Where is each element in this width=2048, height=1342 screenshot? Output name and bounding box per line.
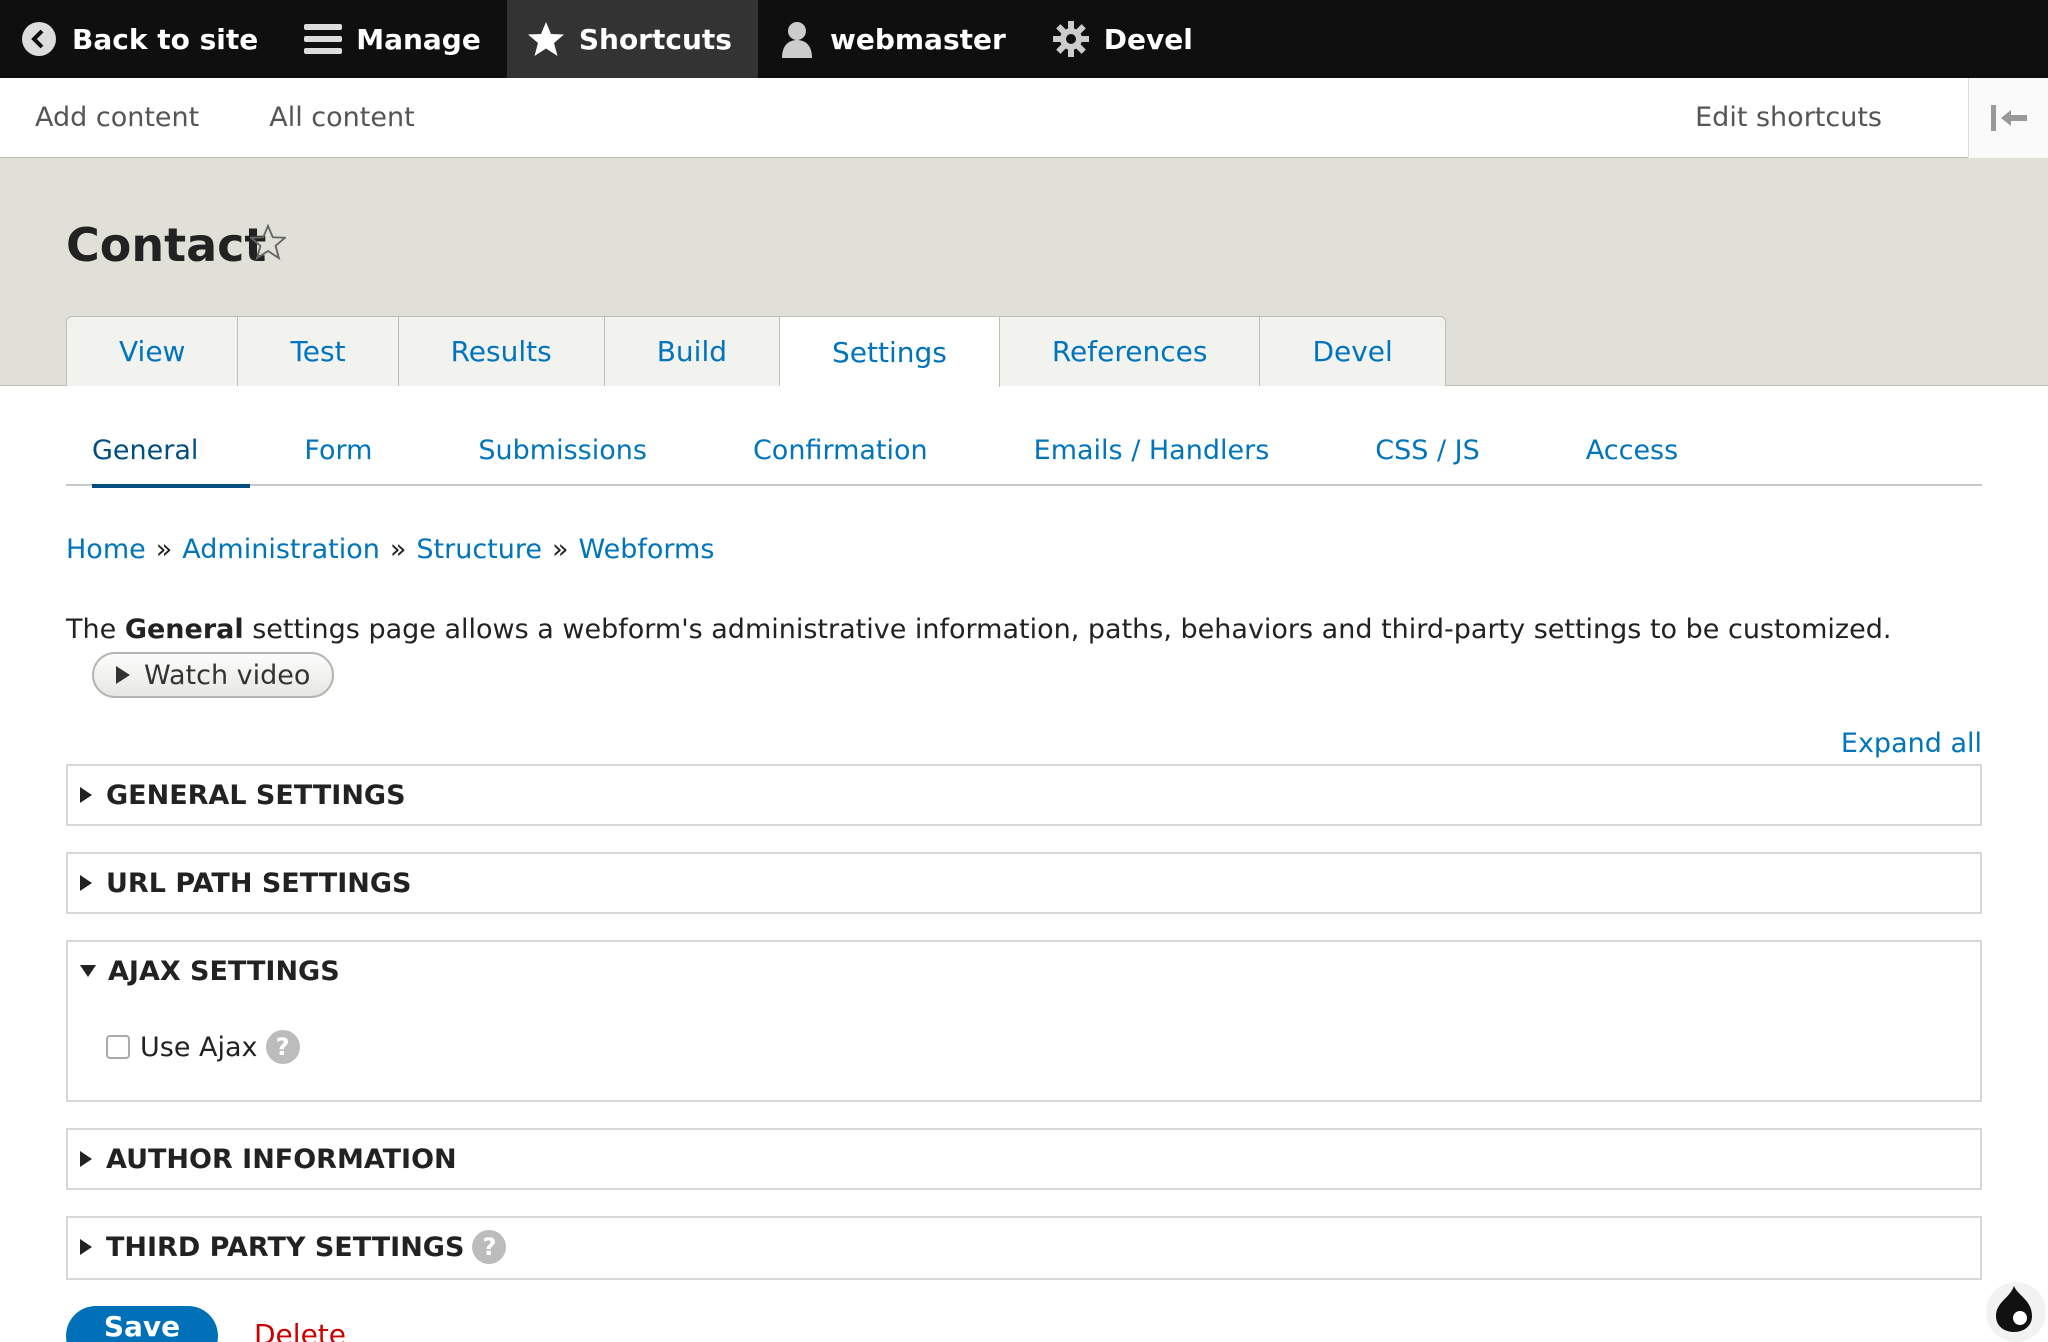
caret-right-icon (80, 1239, 92, 1255)
back-to-site-label: Back to site (72, 22, 259, 56)
third-party-settings-summary[interactable]: THIRD PARTY SETTINGS ? (68, 1218, 1980, 1276)
ajax-settings-details: AJAX SETTINGS Use Ajax ? (66, 940, 1982, 1102)
help-icon[interactable]: ? (472, 1230, 507, 1264)
watch-video-button[interactable]: Watch video (92, 652, 334, 698)
add-shortcut-star-icon[interactable] (248, 223, 288, 264)
ajax-settings-summary[interactable]: AJAX SETTINGS (68, 942, 1980, 1000)
play-icon (116, 666, 130, 684)
caret-down-icon (80, 965, 96, 977)
caret-right-icon (80, 875, 92, 891)
tab-view[interactable]: View (66, 316, 239, 386)
user-icon (778, 20, 816, 58)
shortcuts-tray: Add content All content Edit shortcuts (0, 77, 2048, 158)
author-information-details: AUTHOR INFORMATION (66, 1128, 1982, 1190)
delete-link[interactable]: Delete (254, 1318, 346, 1342)
gear-icon (1052, 20, 1090, 58)
tab-build[interactable]: Build (604, 316, 780, 386)
orientation-arrow-icon (1990, 104, 2027, 131)
back-to-site-link[interactable]: Back to site (0, 0, 284, 78)
general-settings-label: GENERAL SETTINGS (106, 779, 406, 811)
tab-references[interactable]: References (999, 316, 1261, 386)
all-content-link[interactable]: All content (269, 102, 414, 133)
save-button[interactable]: Save (66, 1306, 218, 1342)
toggle-orientation-button[interactable] (1968, 77, 2048, 158)
breadcrumb-home[interactable]: Home (66, 534, 146, 565)
breadcrumb: Home » Administration » Structure » Webforms (66, 534, 714, 565)
shortcuts-menu[interactable]: Shortcuts (506, 0, 758, 78)
drupal-drop-icon[interactable] (1978, 1272, 2048, 1342)
breadcrumb-separator: » (389, 534, 407, 565)
admin-toolbar: Back to site Manage Shortcuts webmaster (0, 0, 2048, 78)
tab-test[interactable]: Test (238, 316, 399, 386)
general-settings-summary[interactable]: GENERAL SETTINGS (68, 766, 1980, 824)
description-before: The (66, 614, 125, 645)
author-information-label: AUTHOR INFORMATION (106, 1143, 457, 1175)
tab-results[interactable]: Results (398, 316, 605, 386)
chevron-left-circle-icon (20, 20, 58, 58)
general-settings-details: GENERAL SETTINGS (66, 764, 1982, 826)
page-description: The General settings page allows a webfo… (66, 614, 1891, 645)
edit-shortcuts-link[interactable]: Edit shortcuts (1695, 102, 1882, 133)
primary-tabs: View Test Results Build Settings Referen… (66, 316, 1446, 387)
subtab-general[interactable]: General (66, 414, 251, 488)
tab-settings[interactable]: Settings (780, 316, 1000, 387)
breadcrumb-webforms[interactable]: Webforms (579, 534, 715, 565)
manage-menu[interactable]: Manage (284, 0, 507, 78)
add-content-link[interactable]: Add content (35, 102, 199, 133)
use-ajax-checkbox[interactable] (106, 1035, 130, 1059)
devel-menu[interactable]: Devel (1032, 0, 1219, 78)
description-after: settings page allows a webform's adminis… (243, 614, 1892, 645)
use-ajax-label[interactable]: Use Ajax (140, 1032, 258, 1063)
help-icon[interactable]: ? (265, 1030, 300, 1064)
third-party-settings-label: THIRD PARTY SETTINGS (106, 1231, 465, 1263)
subtab-submissions[interactable]: Submissions (452, 414, 673, 486)
subtab-confirmation[interactable]: Confirmation (727, 414, 954, 486)
subtab-emails-handlers[interactable]: Emails / Handlers (1008, 414, 1296, 486)
third-party-settings-details: THIRD PARTY SETTINGS ? (66, 1216, 1982, 1280)
caret-right-icon (80, 787, 92, 803)
url-path-settings-label: URL PATH SETTINGS (106, 867, 412, 899)
subtab-form[interactable]: Form (278, 414, 398, 486)
user-label: webmaster (829, 22, 1006, 56)
ajax-settings-label: AJAX SETTINGS (108, 955, 340, 987)
tab-devel[interactable]: Devel (1260, 316, 1446, 386)
use-ajax-row: Use Ajax ? (106, 1030, 300, 1064)
secondary-tabs: General Form Submissions Confirmation Em… (66, 414, 1982, 488)
url-path-settings-details: URL PATH SETTINGS (66, 852, 1982, 914)
caret-right-icon (80, 1151, 92, 1167)
breadcrumb-separator: » (155, 534, 173, 565)
expand-all-link[interactable]: Expand all (1841, 728, 1982, 759)
user-menu[interactable]: webmaster (758, 0, 1032, 78)
subtab-css-js[interactable]: CSS / JS (1349, 414, 1506, 486)
subtab-access[interactable]: Access (1560, 414, 1704, 486)
breadcrumb-structure[interactable]: Structure (416, 534, 542, 565)
breadcrumb-administration[interactable]: Administration (182, 534, 380, 565)
watch-video-label: Watch video (144, 659, 311, 691)
devel-label: Devel (1103, 22, 1193, 56)
page-header: Contact View Test Results Build Settings… (0, 158, 2048, 387)
shortcuts-label: Shortcuts (578, 22, 732, 56)
description-bold: General (124, 614, 244, 645)
breadcrumb-separator: » (551, 534, 569, 565)
manage-label: Manage (356, 22, 481, 56)
star-icon (527, 20, 565, 58)
author-information-summary[interactable]: AUTHOR INFORMATION (68, 1130, 1980, 1188)
hamburger-icon (304, 20, 343, 58)
url-path-settings-summary[interactable]: URL PATH SETTINGS (68, 854, 1980, 912)
page-title: Contact (66, 218, 267, 272)
